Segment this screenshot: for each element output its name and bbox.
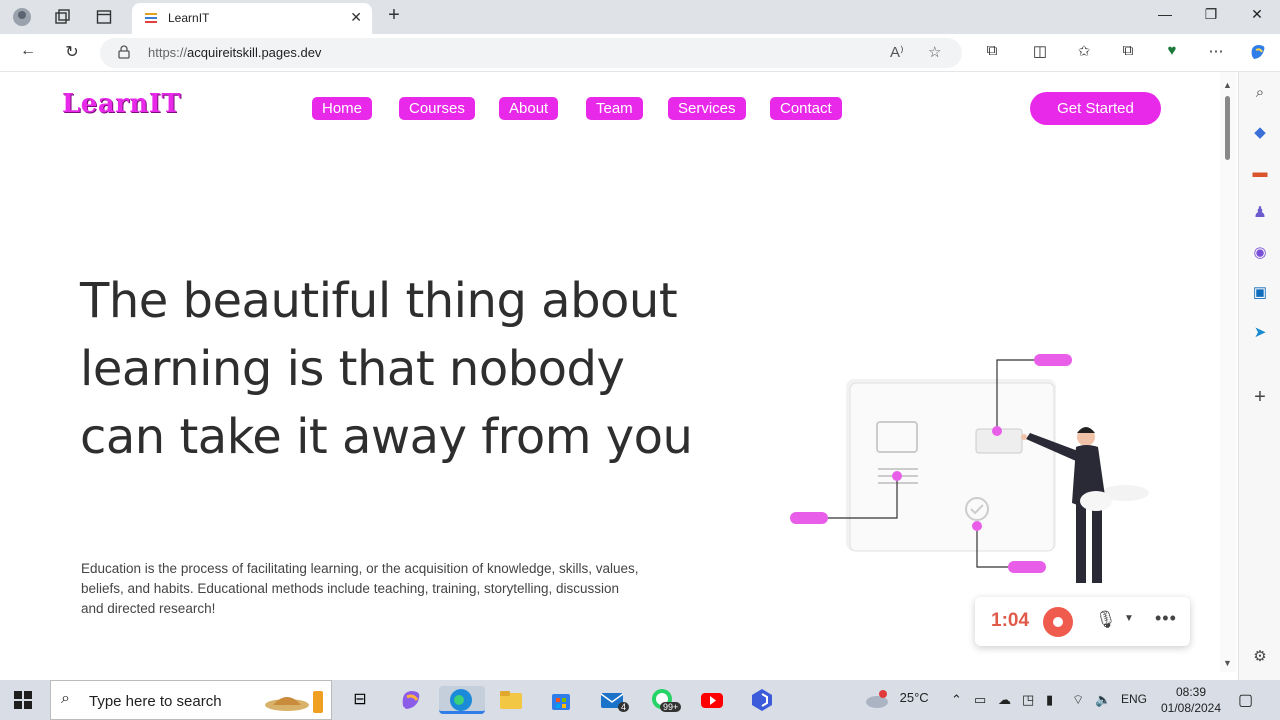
search-placeholder: Type here to search (89, 693, 222, 710)
cloud-icon (866, 690, 888, 708)
hero-headline: The beautiful thing about learning is th… (80, 273, 693, 465)
get-started-button[interactable]: Get Started (1030, 92, 1161, 125)
scroll-down-icon[interactable]: ▼ (1223, 658, 1232, 668)
shopping-tag-icon[interactable]: ◆ (1249, 122, 1271, 144)
refresh-icon[interactable]: ↻ (60, 42, 84, 64)
tray-app-icon[interactable]: ▭ (974, 692, 986, 708)
nav-about[interactable]: About (499, 97, 559, 120)
restore-icon[interactable]: ❐ (1196, 6, 1226, 23)
stop-recording-button[interactable] (1043, 607, 1073, 637)
web-page: LearnIT Home Courses About Team Services… (0, 73, 1220, 680)
send-icon[interactable]: ➤ (1249, 322, 1271, 344)
split-screen-icon[interactable]: ◫ (1028, 42, 1052, 64)
screen-recorder-widget: 1:04 🎙 ▼ ••• (975, 597, 1190, 646)
collections-icon[interactable]: ⧉ (1116, 42, 1140, 64)
task-view-icon[interactable]: ⊟ (346, 686, 374, 714)
search-highlight-icon (265, 691, 323, 713)
lock-icon (118, 45, 130, 59)
browser-essentials-icon[interactable]: ♥ (1160, 42, 1184, 64)
notification-center-icon[interactable]: ▢ (1238, 690, 1253, 710)
back-icon[interactable]: ← (16, 42, 40, 64)
tab-learnit[interactable]: LearnIT ✕ (132, 3, 372, 34)
microsoft-store-icon[interactable] (547, 686, 575, 714)
site-logo[interactable]: LearnIT (62, 89, 181, 119)
close-tab-icon[interactable]: ✕ (350, 9, 362, 26)
mail-badge: 4 (618, 702, 630, 712)
nav-services[interactable]: Services (668, 97, 746, 120)
taskbar-search-box[interactable]: ⌕ Type here to search (50, 680, 332, 720)
browser-tab-strip: LearnIT ✕ + — ❐ ✕ (0, 0, 1280, 34)
clock-date: 01/08/2024 (1160, 701, 1222, 715)
onedrive-icon[interactable]: ☁ (998, 692, 1011, 708)
search-icon[interactable]: ⌕ (1249, 82, 1271, 104)
tab-title: LearnIT (168, 11, 210, 25)
profile-avatar-icon[interactable] (10, 6, 34, 28)
microphone-tray-icon[interactable]: ▮ (1046, 692, 1053, 708)
favorites-icon[interactable]: ✩ (1072, 42, 1096, 64)
whatsapp-icon[interactable]: 99+ (648, 686, 682, 714)
edge-browser-icon[interactable] (439, 686, 485, 714)
address-bar[interactable]: https://acquireitskill.pages.dev A⁾ ☆ (100, 38, 962, 68)
clipchamp-icon[interactable] (748, 686, 776, 714)
nav-home[interactable]: Home (312, 97, 373, 120)
show-hidden-icons-icon[interactable]: ⌃ (951, 692, 962, 708)
tab-actions-icon[interactable] (92, 6, 116, 28)
tools-icon[interactable]: ▬ (1249, 162, 1271, 184)
more-menu-icon[interactable]: ⋯ (1204, 42, 1228, 64)
chevron-down-icon[interactable]: ▼ (1124, 613, 1134, 624)
learnit-favicon-icon (145, 13, 157, 23)
browser-toolbar: ← ↻ https://acquireitskill.pages.dev A⁾ … (0, 34, 1280, 72)
nav-contact[interactable]: Contact (770, 97, 842, 120)
microsoft-365-icon[interactable]: ◉ (1249, 242, 1271, 264)
windows-taskbar: ⌕ Type here to search ⊟ 4 99+ 25°C ⌃ ▭ ☁… (0, 680, 1280, 720)
meet-now-icon[interactable]: ◳ (1022, 692, 1034, 708)
favorite-star-icon[interactable]: ☆ (928, 43, 941, 61)
page-scrollbar[interactable]: ▲ ▼ (1220, 72, 1236, 672)
scroll-up-icon[interactable]: ▲ (1223, 80, 1232, 90)
windows-start-icon[interactable] (14, 691, 32, 709)
language-indicator[interactable]: ENG (1121, 692, 1147, 706)
mail-icon[interactable]: 4 (598, 686, 630, 714)
file-explorer-icon[interactable] (497, 686, 525, 714)
weather-widget[interactable]: 25°C (864, 689, 929, 709)
microphone-icon[interactable]: 🎙 (1095, 610, 1117, 630)
wifi-icon[interactable]: ⌔ (1072, 692, 1084, 708)
copilot-icon[interactable] (1246, 42, 1270, 64)
read-aloud-icon[interactable]: A⁾ (890, 43, 904, 61)
nav-courses[interactable]: Courses (399, 97, 475, 120)
workspaces-icon[interactable] (50, 6, 74, 28)
hero-description: Education is the process of facilitating… (81, 561, 639, 616)
url-text[interactable]: https://acquireitskill.pages.dev (148, 45, 321, 60)
nav-team[interactable]: Team (586, 97, 643, 120)
new-tab-icon[interactable]: + (383, 4, 405, 27)
recording-timer: 1:04 (991, 610, 1030, 631)
more-options-icon[interactable]: ••• (1155, 608, 1177, 629)
scroll-thumb[interactable] (1225, 96, 1230, 160)
close-window-icon[interactable]: ✕ (1242, 6, 1272, 23)
taskbar-clock[interactable]: 08:39 01/08/2024 (1156, 684, 1226, 716)
minimize-icon[interactable]: — (1150, 6, 1180, 22)
extensions-icon[interactable]: ⧉ (980, 42, 1004, 64)
add-sidebar-app-icon[interactable]: + (1249, 386, 1271, 408)
clock-time: 08:39 (1175, 685, 1207, 699)
edge-sidebar: ⌕ ◆ ▬ ♟ ◉ ▣ ➤ + ⚙ (1238, 72, 1280, 680)
whatsapp-badge: 99+ (660, 702, 682, 712)
games-icon[interactable]: ♟ (1249, 202, 1271, 224)
copilot-taskbar-icon[interactable] (397, 686, 425, 714)
outlook-icon[interactable]: ▣ (1249, 282, 1271, 304)
temperature-text: 25°C (899, 690, 929, 706)
youtube-icon[interactable] (698, 686, 726, 714)
volume-icon[interactable]: 🔈 (1095, 692, 1111, 708)
sidebar-settings-icon[interactable]: ⚙ (1249, 646, 1271, 668)
search-icon: ⌕ (61, 690, 70, 707)
